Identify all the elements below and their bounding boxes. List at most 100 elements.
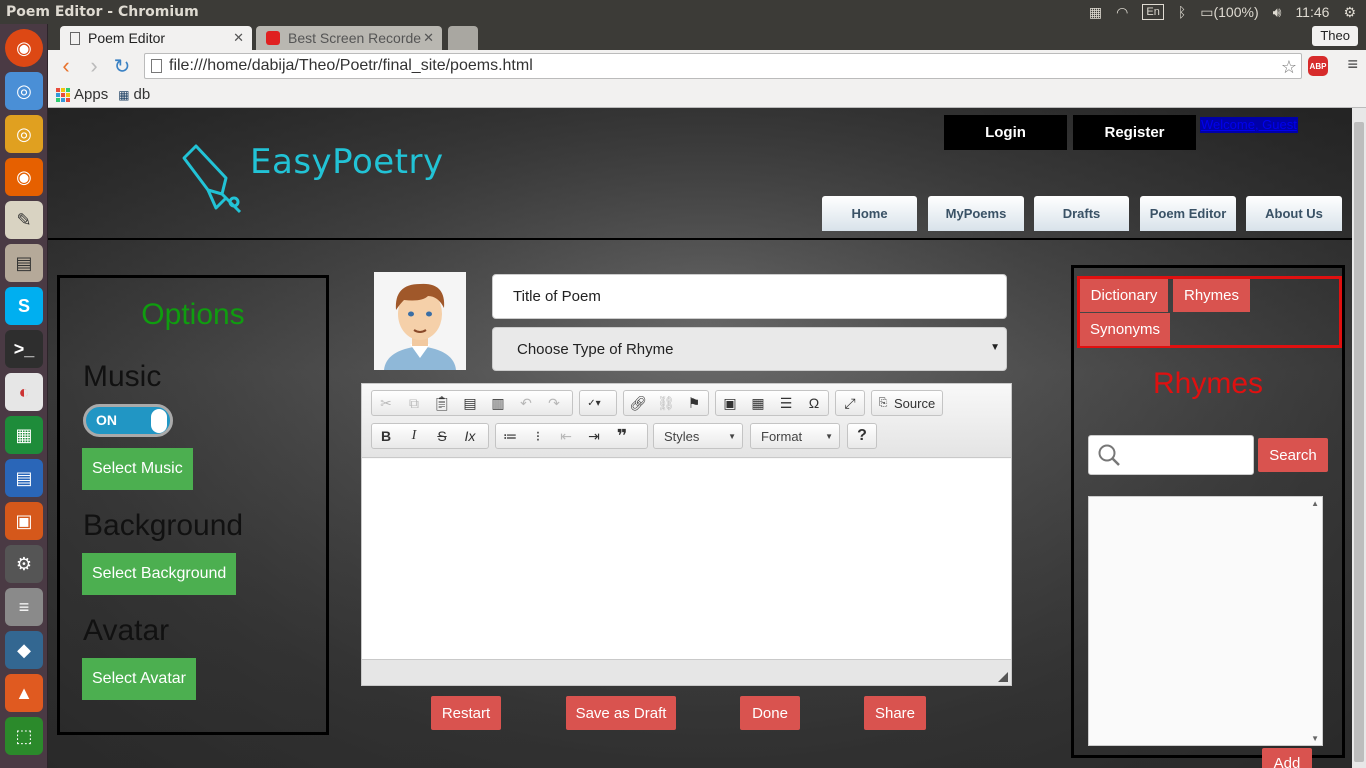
impress-icon[interactable]: ▣ [5,502,43,540]
bookmark-apps[interactable]: Apps [56,86,108,103]
scroll-up-icon[interactable]: ▲ [1311,499,1319,508]
tab-rhymes[interactable]: Rhymes [1173,279,1250,312]
paste-word-icon[interactable]: ▥ [484,391,512,415]
bookmark-db[interactable]: ▦ db [118,86,150,103]
undo-icon[interactable]: ↶ [512,391,540,415]
save-draft-button[interactable]: Save as Draft [566,696,676,730]
profile-button[interactable]: Theo [1312,26,1358,46]
tab-dictionary[interactable]: Dictionary [1080,279,1168,312]
app-icon[interactable]: ▲ [5,674,43,712]
search-button[interactable]: Search [1258,438,1328,472]
select-avatar-button[interactable]: Select Avatar [82,658,196,700]
calc-icon[interactable]: ▦ [5,416,43,454]
editor-content-area[interactable] [362,459,1011,659]
reload-icon[interactable]: ↻ [108,52,136,80]
logo[interactable]: EasyPoetry [178,138,444,214]
numbered-list-icon[interactable]: ≔ [496,424,524,448]
page-scrollbar[interactable] [1352,108,1366,768]
image-icon[interactable]: ▣ [716,391,744,415]
paste-text-icon[interactable]: ▤ [456,391,484,415]
chromium-icon[interactable]: ◎ [5,72,43,110]
login-button[interactable]: Login [944,115,1067,150]
share-button[interactable]: Share [864,696,926,730]
firefox-icon[interactable]: ◉ [5,158,43,196]
restart-button[interactable]: Restart [431,696,501,730]
horizontal-line-icon[interactable]: ☰ [772,391,800,415]
register-button[interactable]: Register [1073,115,1196,150]
source-icon[interactable]: ⎘ [872,391,894,415]
link-icon[interactable]: 🔗︎ [624,391,652,415]
battery-indicator[interactable]: ▭(100%) [1200,4,1258,21]
copy-icon[interactable]: ⧉ [400,391,428,415]
add-button[interactable]: Add [1262,748,1312,768]
unlink-icon[interactable]: ⛓ [652,391,680,415]
tab-screen-recorder[interactable]: Best Screen Recorde ✕ [256,26,442,50]
anchor-flag-icon[interactable]: ⚑ [680,391,708,415]
table-icon[interactable]: ▦ [744,391,772,415]
rhyme-search-input[interactable] [1088,435,1254,475]
scroll-down-icon[interactable]: ▼ [1311,734,1319,743]
bold-icon[interactable]: B [372,424,400,448]
done-button[interactable]: Done [740,696,800,730]
bookmark-star-icon[interactable]: ☆ [1281,55,1297,79]
blockquote-icon[interactable]: ❞ [608,424,636,448]
resize-handle-icon[interactable] [998,672,1008,682]
select-background-button[interactable]: Select Background [82,553,237,595]
files-icon[interactable]: ▤ [5,244,43,282]
reader-icon[interactable]: ◐ [5,373,43,411]
writer-icon[interactable]: ▤ [5,459,43,497]
address-bar[interactable]: file:///home/dabija/Theo/Poetr/final_sit… [144,53,1302,79]
tab-poem-editor[interactable]: Poem Editor ✕ [60,26,252,50]
bulleted-list-icon[interactable]: ⁝ [524,424,552,448]
tab-synonyms[interactable]: Synonyms [1080,313,1170,346]
outdent-icon[interactable]: ⇤ [552,424,580,448]
styles-dropdown[interactable]: Styles ▼ [653,423,743,449]
trash-icon[interactable]: ⬚ [5,717,43,755]
strikethrough-icon[interactable]: S [428,424,456,448]
redo-icon[interactable]: ↷ [540,391,568,415]
source-button-label[interactable]: Source [894,396,935,411]
wifi-icon[interactable]: ◠ [1116,4,1128,21]
adblock-icon[interactable]: ABP [1308,56,1328,76]
special-char-icon[interactable]: Ω [800,391,828,415]
chrome-icon[interactable]: ◎ [5,115,43,153]
volume-icon[interactable]: 🔊︎ [1273,4,1282,21]
music-toggle[interactable]: ON [83,404,173,437]
close-icon[interactable]: ✕ [423,30,434,46]
bluetooth-icon[interactable]: ᛒ [1178,4,1186,20]
new-tab-button[interactable] [448,26,478,50]
terminal-icon[interactable]: >_ [5,330,43,368]
menu-icon[interactable]: ≡ [1347,54,1358,75]
postgres-icon[interactable]: ◆ [5,631,43,669]
language-indicator[interactable]: En [1142,4,1164,20]
help-icon[interactable]: ? [848,424,876,448]
format-dropdown[interactable]: Format ▼ [750,423,840,449]
nav-mypoems[interactable]: MyPoems [928,196,1024,231]
nav-home[interactable]: Home [822,196,917,231]
ubuntu-icon[interactable]: ◉ [5,29,43,67]
close-icon[interactable]: ✕ [233,30,244,46]
clock[interactable]: 11:46 [1295,4,1329,20]
rhyme-results-list[interactable]: ▲ ▼ [1088,496,1323,746]
scrollbar-thumb[interactable] [1354,122,1364,762]
database-icon[interactable]: ≡ [5,588,43,626]
paste-icon[interactable]: 📋︎ [428,391,456,415]
indent-icon[interactable]: ⇥ [580,424,608,448]
keyboard-icon[interactable]: ▦ [1089,4,1102,21]
nav-about-us[interactable]: About Us [1246,196,1342,231]
settings-icon[interactable]: ⚙ [5,545,43,583]
select-music-button[interactable]: Select Music [82,448,193,490]
text-editor-icon[interactable]: ✎ [5,201,43,239]
forward-icon[interactable]: › [80,52,108,80]
remove-format-icon[interactable]: Ix [456,424,484,448]
italic-icon[interactable]: I [400,424,428,448]
cut-icon[interactable]: ✂ [372,391,400,415]
nav-poem-editor[interactable]: Poem Editor [1140,196,1236,231]
back-icon[interactable]: ‹ [52,52,80,80]
nav-drafts[interactable]: Drafts [1034,196,1129,231]
rhyme-type-select[interactable]: Choose Type of Rhyme ▼ [492,327,1007,371]
welcome-link[interactable]: Welcome, Guest [1200,117,1298,133]
maximize-icon[interactable]: ⤢ [836,391,864,415]
spellcheck-icon[interactable]: ✓▾ [580,391,608,415]
gear-icon[interactable]: ⚙ [1343,4,1356,21]
